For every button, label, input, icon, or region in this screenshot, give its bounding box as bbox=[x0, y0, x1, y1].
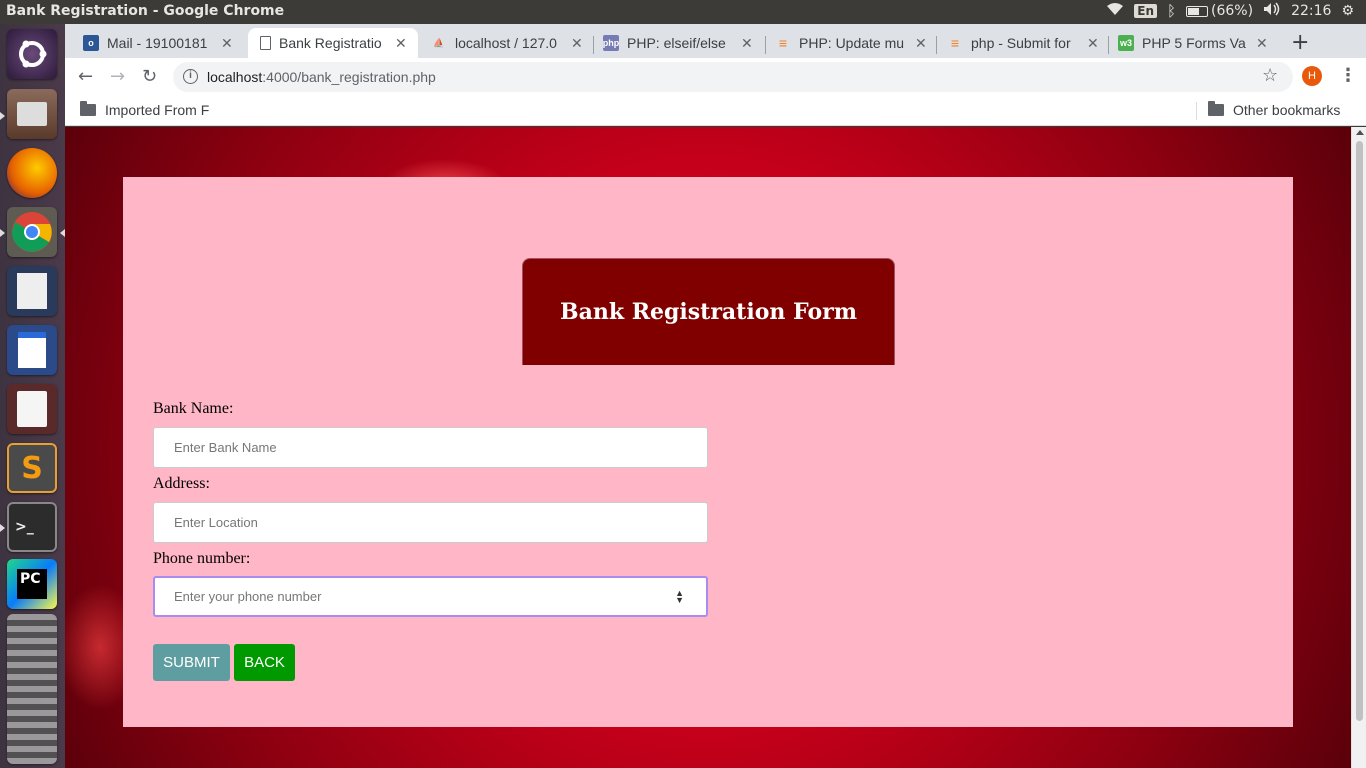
scrollbar-thumb[interactable] bbox=[1356, 141, 1363, 721]
page-viewport: Bank Registration Form Bank Name: Enter … bbox=[65, 127, 1351, 768]
tab-close-icon[interactable]: ✕ bbox=[221, 35, 233, 52]
bluetooth-icon[interactable]: ᛒ bbox=[1167, 2, 1176, 20]
power-gear-icon[interactable]: ⚙ bbox=[1341, 3, 1354, 19]
chrome-menu-icon[interactable]: ⋮ bbox=[1339, 65, 1357, 86]
bookmark-star-icon[interactable]: ☆ bbox=[1262, 65, 1278, 86]
forward-arrow-icon[interactable]: → bbox=[110, 66, 125, 87]
tab-close-icon[interactable]: ✕ bbox=[571, 35, 583, 52]
tab-strip: o Mail - 19100181 ✕ Bank Registratio ✕ ⛵… bbox=[65, 24, 1366, 58]
text-editor-icon[interactable] bbox=[7, 266, 57, 316]
unity-launcher: S >_ PC bbox=[0, 24, 65, 768]
ubuntu-dash-icon[interactable] bbox=[7, 29, 57, 79]
window-title: Bank Registration - Google Chrome bbox=[6, 3, 285, 19]
tab-bank-registration[interactable]: Bank Registratio ✕ bbox=[248, 28, 418, 58]
battery-icon bbox=[1186, 5, 1209, 17]
browser-toolbar: ← → ↻ i localhost:4000/bank_registration… bbox=[65, 58, 1366, 96]
document-viewer-icon[interactable] bbox=[7, 384, 57, 434]
system-tray: En ᛒ (66%) 22:16 ⚙ bbox=[1106, 2, 1354, 20]
profile-avatar[interactable]: H bbox=[1302, 66, 1322, 86]
bank-name-label: Bank Name: bbox=[153, 400, 234, 417]
writer-icon[interactable] bbox=[7, 325, 57, 375]
site-info-icon[interactable]: i bbox=[183, 69, 198, 84]
files-icon[interactable] bbox=[7, 89, 57, 139]
tab-close-icon[interactable]: ✕ bbox=[1087, 35, 1099, 52]
php-icon: php bbox=[603, 35, 619, 51]
back-arrow-icon[interactable]: ← bbox=[78, 66, 93, 87]
scroll-up-arrow-icon[interactable] bbox=[1356, 130, 1364, 135]
number-spinner-icon[interactable]: ▲ ▼ bbox=[675, 589, 684, 605]
folder-icon bbox=[80, 101, 96, 116]
form-title: Bank Registration Form bbox=[560, 299, 857, 325]
tab-php-update[interactable]: ≡ PHP: Update mu ✕ bbox=[775, 28, 935, 58]
tab-close-icon[interactable]: ✕ bbox=[741, 35, 753, 52]
wifi-icon[interactable] bbox=[1106, 2, 1124, 20]
address-url[interactable]: localhost:4000/bank_registration.php bbox=[207, 69, 436, 85]
tab-mail[interactable]: o Mail - 19100181 ✕ bbox=[83, 28, 243, 58]
firefox-icon[interactable] bbox=[7, 148, 57, 198]
page-icon bbox=[260, 36, 271, 50]
address-input[interactable]: Enter Location bbox=[153, 502, 708, 543]
tab-close-icon[interactable]: ✕ bbox=[395, 35, 407, 52]
submit-button[interactable]: SUBMIT bbox=[153, 644, 230, 681]
phpmyadmin-icon: ⛵ bbox=[433, 37, 445, 48]
volume-icon[interactable] bbox=[1263, 2, 1281, 20]
registration-form-container: Bank Registration Form Bank Name: Enter … bbox=[123, 177, 1293, 727]
keyboard-layout-indicator[interactable]: En bbox=[1134, 4, 1158, 18]
bookmark-folder-other[interactable]: Other bookmarks bbox=[1208, 101, 1340, 118]
tab-php-forms[interactable]: w3 PHP 5 Forms Va ✕ bbox=[1118, 28, 1278, 58]
page-scrollbar[interactable] bbox=[1351, 127, 1366, 768]
bookmark-folder-imported[interactable]: Imported From F bbox=[80, 101, 217, 118]
tab-php-elseif[interactable]: php PHP: elseif/else ✕ bbox=[603, 28, 763, 58]
terminal-icon[interactable]: >_ bbox=[7, 502, 57, 552]
address-label: Address: bbox=[153, 475, 210, 492]
tab-close-icon[interactable]: ✕ bbox=[1256, 35, 1268, 52]
tab-close-icon[interactable]: ✕ bbox=[915, 35, 927, 52]
back-button[interactable]: BACK bbox=[234, 644, 295, 681]
tab-php-submit[interactable]: ≡ php - Submit for ✕ bbox=[947, 28, 1107, 58]
folder-icon bbox=[1208, 101, 1224, 116]
pycharm-icon[interactable]: PC bbox=[7, 559, 57, 609]
form-header: Bank Registration Form bbox=[522, 258, 895, 365]
battery-percent: (66%) bbox=[1211, 3, 1254, 19]
battery-indicator[interactable]: (66%) bbox=[1186, 3, 1253, 19]
bank-name-input[interactable]: Enter Bank Name bbox=[153, 427, 708, 468]
sublime-text-icon[interactable]: S bbox=[7, 443, 57, 493]
phone-number-label: Phone number: bbox=[153, 550, 251, 567]
phone-number-input[interactable]: Enter your phone number ▲ ▼ bbox=[153, 576, 708, 617]
clock[interactable]: 22:16 bbox=[1291, 3, 1331, 19]
stackoverflow-icon: ≡ bbox=[950, 35, 960, 51]
stacked-apps-icon[interactable] bbox=[7, 614, 57, 764]
chrome-icon[interactable] bbox=[7, 207, 57, 257]
stackoverflow-icon: ≡ bbox=[778, 35, 788, 51]
outlook-icon: o bbox=[83, 35, 99, 51]
address-bar[interactable]: i localhost:4000/bank_registration.php bbox=[173, 62, 1293, 92]
reload-icon[interactable]: ↻ bbox=[142, 66, 157, 87]
bookmarks-bar: Imported From F Other bookmarks bbox=[65, 96, 1366, 126]
system-top-panel: Bank Registration - Google Chrome En ᛒ (… bbox=[0, 0, 1366, 24]
new-tab-plus-icon[interactable]: + bbox=[1291, 30, 1309, 55]
phone-number-placeholder: Enter your phone number bbox=[174, 589, 322, 604]
w3schools-icon: w3 bbox=[1118, 35, 1134, 51]
tab-phpmyadmin[interactable]: ⛵ localhost / 127.0 ✕ bbox=[431, 28, 591, 58]
